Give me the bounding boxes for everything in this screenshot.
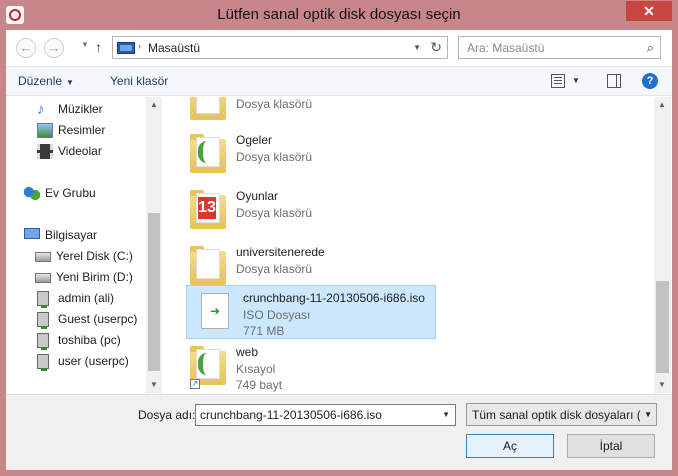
- file-type: Dosya klasörü: [236, 150, 313, 164]
- search-placeholder: Ara: Masaüstü: [467, 41, 545, 55]
- sidebar-item-label: Yeni Birim (D:): [56, 270, 133, 284]
- sidebar-item-label: Resimler: [58, 123, 106, 137]
- breadcrumb-chevron-icon[interactable]: ›: [138, 41, 141, 51]
- refresh-icon[interactable]: ↻: [430, 39, 442, 56]
- network-computer-icon: [37, 312, 49, 329]
- organize-label: Düzenle: [18, 74, 63, 88]
- search-icon[interactable]: ⌕: [647, 40, 654, 56]
- navigation-scrollbar[interactable]: ▲ ▼: [146, 97, 162, 393]
- file-name: Ogeler: [236, 133, 273, 147]
- scroll-down-icon[interactable]: ▼: [146, 377, 162, 393]
- file-name: universitenerede: [236, 245, 325, 259]
- network-computer-icon: [37, 354, 49, 371]
- file-name: web: [236, 345, 259, 359]
- filename-history-dropdown-icon[interactable]: ▼: [442, 410, 450, 419]
- file-item-oyunlar[interactable]: 13 Oyunlar Dosya klasörü: [180, 184, 430, 238]
- file-item-crunchbang-iso[interactable]: crunchbang-11-20130506-i686.iso ISO Dosy…: [186, 285, 436, 339]
- sidebar-item-label: Ev Grubu: [45, 186, 96, 200]
- music-icon: ♪: [37, 101, 45, 118]
- dialog-footer: Dosya adı: crunchbang-11-20130506-i686.i…: [6, 394, 672, 470]
- file-type: Dosya klasörü: [236, 262, 313, 276]
- shortcut-arrow-icon: ↗: [190, 379, 200, 389]
- file-item-ogeler[interactable]: Ogeler Dosya klasörü: [180, 128, 430, 182]
- address-dropdown-icon[interactable]: ▼: [413, 43, 421, 52]
- scroll-down-icon[interactable]: ▼: [654, 377, 670, 393]
- forward-button[interactable]: →: [44, 38, 64, 58]
- window-title: Lütfen sanal optik disk dosyası seçin: [217, 6, 461, 23]
- drive-icon: [35, 273, 51, 283]
- network-computer-icon: [37, 333, 49, 350]
- breadcrumb-location[interactable]: Masaüstü: [148, 41, 200, 55]
- folder-icon: [190, 97, 226, 122]
- open-button[interactable]: Aç: [466, 434, 554, 458]
- navigation-pane: ♪ Müzikler Resimler Videolar Ev Grubu Bi…: [6, 97, 161, 393]
- new-folder-button[interactable]: Yeni klasör: [110, 74, 168, 88]
- sidebar-item-label: Videolar: [58, 144, 102, 158]
- scroll-up-icon[interactable]: ▲: [654, 97, 670, 113]
- organize-button[interactable]: Düzenle ▼: [18, 74, 74, 88]
- file-type-value: Tüm sanal optik disk dosyaları (: [472, 408, 640, 422]
- file-type: ISO Dosyası: [243, 308, 311, 322]
- sidebar-item-label: Yerel Disk (C:): [56, 249, 133, 263]
- folder-icon: [190, 133, 226, 175]
- cancel-button[interactable]: İptal: [567, 434, 655, 458]
- help-icon[interactable]: ?: [642, 73, 658, 89]
- back-button[interactable]: ←: [16, 38, 36, 58]
- scrollbar-thumb[interactable]: [148, 213, 160, 371]
- filename-value[interactable]: crunchbang-11-20130506-i686.iso: [200, 408, 382, 422]
- file-size: 749 bayt: [236, 378, 283, 392]
- file-dialog: ← → ▼ ↑ › Masaüstü ▼ ↻ Ara: Masaüstü ⌕ D…: [6, 30, 672, 470]
- file-item-folder[interactable]: Dosya klasörü: [180, 97, 430, 129]
- iso-file-icon: [197, 291, 233, 333]
- desktop-icon: [117, 42, 135, 54]
- sidebar-item-label: Bilgisayar: [45, 228, 98, 242]
- network-computer-icon: [37, 291, 49, 308]
- chevron-down-icon: ▼: [644, 410, 652, 419]
- file-name: Oyunlar: [236, 189, 279, 203]
- local-disk-icon: [35, 252, 51, 262]
- videos-icon: [37, 144, 53, 159]
- sidebar-item-label: admin (ali): [58, 291, 115, 305]
- folder-icon: 13: [190, 189, 226, 231]
- file-item-web-shortcut[interactable]: ↗ web Kısayol 749 bayt: [180, 340, 430, 393]
- sidebar-item-label: Müzikler: [58, 102, 103, 116]
- file-list-scrollbar[interactable]: ▲ ▼: [654, 97, 671, 393]
- file-type-select[interactable]: Tüm sanal optik disk dosyaları ( ▼: [466, 403, 657, 426]
- sidebar-item-label: user (userpc): [58, 354, 129, 368]
- search-input[interactable]: Ara: Masaüstü ⌕: [458, 36, 661, 59]
- folder-icon: [190, 245, 226, 287]
- file-list: Dosya klasörü Ogeler Dosya klasörü 13 Oy…: [166, 97, 654, 393]
- computer-icon: [24, 228, 40, 239]
- file-type: Kısayol: [236, 362, 276, 376]
- change-view-icon[interactable]: [551, 74, 565, 88]
- title-bar: Lütfen sanal optik disk dosyası seçin ✕: [0, 0, 678, 30]
- file-size: 771 MB: [243, 324, 285, 338]
- file-name: crunchbang-11-20130506-i686.iso: [243, 291, 425, 305]
- view-options-dropdown-icon[interactable]: ▼: [572, 76, 580, 85]
- filename-label: Dosya adı:: [138, 408, 196, 422]
- pictures-icon: [37, 123, 53, 138]
- file-type: Dosya klasörü: [236, 97, 313, 111]
- scrollbar-thumb[interactable]: [656, 281, 669, 373]
- command-bar: Düzenle ▼ Yeni klasör ▼ ?: [6, 66, 672, 96]
- recent-locations-dropdown-icon[interactable]: ▼: [81, 40, 89, 49]
- sidebar-item-label: toshiba (pc): [58, 333, 121, 347]
- sidebar-item-label: Guest (userpc): [58, 312, 138, 326]
- chevron-down-icon: ▼: [66, 78, 74, 87]
- filename-input[interactable]: crunchbang-11-20130506-i686.iso ▼: [195, 404, 456, 426]
- file-type: Dosya klasörü: [236, 206, 313, 220]
- homegroup-icon: [24, 186, 40, 201]
- preview-pane-icon[interactable]: [607, 74, 621, 88]
- close-button[interactable]: ✕: [626, 1, 672, 21]
- address-bar[interactable]: › Masaüstü ▼ ↻: [112, 36, 448, 59]
- shortcut-folder-icon: ↗: [190, 345, 226, 389]
- up-button[interactable]: ↑: [95, 39, 102, 55]
- scroll-up-icon[interactable]: ▲: [146, 97, 162, 113]
- address-row: ← → ▼ ↑ › Masaüstü ▼ ↻ Ara: Masaüstü ⌕: [6, 30, 672, 64]
